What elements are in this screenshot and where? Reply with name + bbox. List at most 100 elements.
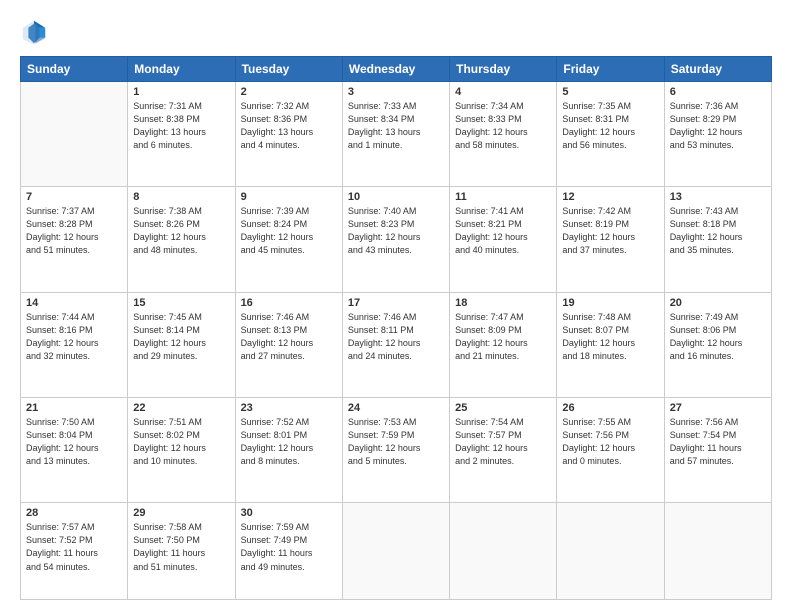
calendar-cell: 18Sunrise: 7:47 AM Sunset: 8:09 PM Dayli… xyxy=(450,292,557,397)
day-number: 5 xyxy=(562,86,658,98)
day-info: Sunrise: 7:38 AM Sunset: 8:26 PM Dayligh… xyxy=(133,205,229,257)
day-info: Sunrise: 7:57 AM Sunset: 7:52 PM Dayligh… xyxy=(26,521,122,573)
day-number: 13 xyxy=(670,191,766,203)
day-info: Sunrise: 7:40 AM Sunset: 8:23 PM Dayligh… xyxy=(348,205,444,257)
calendar-cell: 24 Sunrise: 7:53 AM Sunset: 7:59 PM Dayli… xyxy=(342,398,449,503)
calendar-cell: 10 Sunrise: 7:40 AM Sunset: 8:23 PM Dayli… xyxy=(342,187,449,292)
day-number: 20 xyxy=(670,297,766,309)
weekday-header-tuesday: Tuesday xyxy=(235,57,342,82)
calendar-cell: 16 Sunrise: 7:46 AM Sunset: 8:13 PM Dayli… xyxy=(235,292,342,397)
weekday-header-monday: Monday xyxy=(128,57,235,82)
day-number: 19 xyxy=(562,297,658,309)
day-number: 17 xyxy=(348,297,444,309)
calendar-cell: 13 Sunrise: 7:43 AM Sunset: 8:18 PM Dayli… xyxy=(664,187,771,292)
day-info: Sunrise: 7:32 AM Sunset: 8:36 PM Dayligh… xyxy=(241,100,337,152)
calendar-cell: 22Sunrise: 7:51 AM Sunset: 8:02 PM Dayli… xyxy=(128,398,235,503)
day-info: Sunrise: 7:35 AM Sunset: 8:31 PM Dayligh… xyxy=(562,100,658,152)
calendar-cell: 27 Sunrise: 7:56 AM Sunset: 7:54 PM Dayli… xyxy=(664,398,771,503)
day-number: 2 xyxy=(241,86,337,98)
day-number: 28 xyxy=(26,507,122,519)
day-number: 3 xyxy=(348,86,444,98)
day-info: Sunrise: 7:53 AM Sunset: 7:59 PM Dayligh… xyxy=(348,416,444,468)
calendar-cell: 5 Sunrise: 7:35 AM Sunset: 8:31 PM Daylig… xyxy=(557,82,664,187)
header xyxy=(20,18,772,46)
calendar-week-4: 21Sunrise: 7:50 AM Sunset: 8:04 PM Dayli… xyxy=(21,398,772,503)
calendar-cell: 3 Sunrise: 7:33 AM Sunset: 8:34 PM Daylig… xyxy=(342,82,449,187)
calendar-cell: 23 Sunrise: 7:52 AM Sunset: 8:01 PM Dayli… xyxy=(235,398,342,503)
day-number: 22 xyxy=(133,402,229,414)
calendar-cell: 8 Sunrise: 7:38 AM Sunset: 8:26 PM Daylig… xyxy=(128,187,235,292)
day-number: 1 xyxy=(133,86,229,98)
day-number: 15 xyxy=(133,297,229,309)
day-number: 29 xyxy=(133,507,229,519)
calendar-cell: 2 Sunrise: 7:32 AM Sunset: 8:36 PM Daylig… xyxy=(235,82,342,187)
day-number: 16 xyxy=(241,297,337,309)
calendar-cell xyxy=(557,503,664,600)
calendar-cell: 19 Sunrise: 7:48 AM Sunset: 8:07 PM Dayli… xyxy=(557,292,664,397)
weekday-header-friday: Friday xyxy=(557,57,664,82)
day-info: Sunrise: 7:52 AM Sunset: 8:01 PM Dayligh… xyxy=(241,416,337,468)
calendar-cell: 4Sunrise: 7:34 AM Sunset: 8:33 PM Daylig… xyxy=(450,82,557,187)
calendar-cell: 20 Sunrise: 7:49 AM Sunset: 8:06 PM Dayli… xyxy=(664,292,771,397)
day-number: 9 xyxy=(241,191,337,203)
day-info: Sunrise: 7:59 AM Sunset: 7:49 PM Dayligh… xyxy=(241,521,337,573)
day-info: Sunrise: 7:45 AM Sunset: 8:14 PM Dayligh… xyxy=(133,311,229,363)
calendar-week-1: 1 Sunrise: 7:31 AM Sunset: 8:38 PM Daylig… xyxy=(21,82,772,187)
day-number: 27 xyxy=(670,402,766,414)
day-number: 26 xyxy=(562,402,658,414)
calendar-cell xyxy=(450,503,557,600)
day-info: Sunrise: 7:43 AM Sunset: 8:18 PM Dayligh… xyxy=(670,205,766,257)
day-info: Sunrise: 7:39 AM Sunset: 8:24 PM Dayligh… xyxy=(241,205,337,257)
day-info: Sunrise: 7:44 AM Sunset: 8:16 PM Dayligh… xyxy=(26,311,122,363)
day-number: 11 xyxy=(455,191,551,203)
calendar-cell: 28 Sunrise: 7:57 AM Sunset: 7:52 PM Dayli… xyxy=(21,503,128,600)
day-number: 10 xyxy=(348,191,444,203)
calendar-week-2: 7 Sunrise: 7:37 AM Sunset: 8:28 PM Daylig… xyxy=(21,187,772,292)
calendar-cell: 7 Sunrise: 7:37 AM Sunset: 8:28 PM Daylig… xyxy=(21,187,128,292)
day-info: Sunrise: 7:33 AM Sunset: 8:34 PM Dayligh… xyxy=(348,100,444,152)
day-number: 24 xyxy=(348,402,444,414)
day-number: 7 xyxy=(26,191,122,203)
calendar-cell: 14 Sunrise: 7:44 AM Sunset: 8:16 PM Dayli… xyxy=(21,292,128,397)
weekday-header-sunday: Sunday xyxy=(21,57,128,82)
day-info: Sunrise: 7:48 AM Sunset: 8:07 PM Dayligh… xyxy=(562,311,658,363)
calendar-week-5: 28 Sunrise: 7:57 AM Sunset: 7:52 PM Dayli… xyxy=(21,503,772,600)
calendar-cell: 29 Sunrise: 7:58 AM Sunset: 7:50 PM Dayli… xyxy=(128,503,235,600)
day-info: Sunrise: 7:41 AM Sunset: 8:21 PM Dayligh… xyxy=(455,205,551,257)
day-info: Sunrise: 7:49 AM Sunset: 8:06 PM Dayligh… xyxy=(670,311,766,363)
calendar-cell xyxy=(342,503,449,600)
calendar-cell xyxy=(664,503,771,600)
logo-icon xyxy=(20,18,48,46)
calendar-cell: 6 Sunrise: 7:36 AM Sunset: 8:29 PM Daylig… xyxy=(664,82,771,187)
day-info: Sunrise: 7:54 AM Sunset: 7:57 PM Dayligh… xyxy=(455,416,551,468)
day-info: Sunrise: 7:50 AM Sunset: 8:04 PM Dayligh… xyxy=(26,416,122,468)
day-number: 23 xyxy=(241,402,337,414)
calendar-cell: 17Sunrise: 7:46 AM Sunset: 8:11 PM Dayli… xyxy=(342,292,449,397)
day-number: 12 xyxy=(562,191,658,203)
calendar-cell: 25 Sunrise: 7:54 AM Sunset: 7:57 PM Dayli… xyxy=(450,398,557,503)
day-info: Sunrise: 7:58 AM Sunset: 7:50 PM Dayligh… xyxy=(133,521,229,573)
day-number: 4 xyxy=(455,86,551,98)
day-number: 30 xyxy=(241,507,337,519)
calendar-header-row: SundayMondayTuesdayWednesdayThursdayFrid… xyxy=(21,57,772,82)
calendar-cell: 11 Sunrise: 7:41 AM Sunset: 8:21 PM Dayli… xyxy=(450,187,557,292)
day-info: Sunrise: 7:47 AM Sunset: 8:09 PM Dayligh… xyxy=(455,311,551,363)
day-number: 6 xyxy=(670,86,766,98)
day-info: Sunrise: 7:31 AM Sunset: 8:38 PM Dayligh… xyxy=(133,100,229,152)
day-number: 8 xyxy=(133,191,229,203)
day-info: Sunrise: 7:37 AM Sunset: 8:28 PM Dayligh… xyxy=(26,205,122,257)
calendar-cell: 15 Sunrise: 7:45 AM Sunset: 8:14 PM Dayli… xyxy=(128,292,235,397)
weekday-header-wednesday: Wednesday xyxy=(342,57,449,82)
calendar-week-3: 14 Sunrise: 7:44 AM Sunset: 8:16 PM Dayli… xyxy=(21,292,772,397)
calendar-cell: 30 Sunrise: 7:59 AM Sunset: 7:49 PM Dayli… xyxy=(235,503,342,600)
day-number: 25 xyxy=(455,402,551,414)
day-info: Sunrise: 7:36 AM Sunset: 8:29 PM Dayligh… xyxy=(670,100,766,152)
logo xyxy=(20,18,52,46)
day-info: Sunrise: 7:46 AM Sunset: 8:13 PM Dayligh… xyxy=(241,311,337,363)
calendar-cell: 21Sunrise: 7:50 AM Sunset: 8:04 PM Dayli… xyxy=(21,398,128,503)
day-info: Sunrise: 7:56 AM Sunset: 7:54 PM Dayligh… xyxy=(670,416,766,468)
calendar-cell: 12Sunrise: 7:42 AM Sunset: 8:19 PM Dayli… xyxy=(557,187,664,292)
day-number: 14 xyxy=(26,297,122,309)
calendar-table: SundayMondayTuesdayWednesdayThursdayFrid… xyxy=(20,56,772,600)
calendar-cell: 26Sunrise: 7:55 AM Sunset: 7:56 PM Dayli… xyxy=(557,398,664,503)
